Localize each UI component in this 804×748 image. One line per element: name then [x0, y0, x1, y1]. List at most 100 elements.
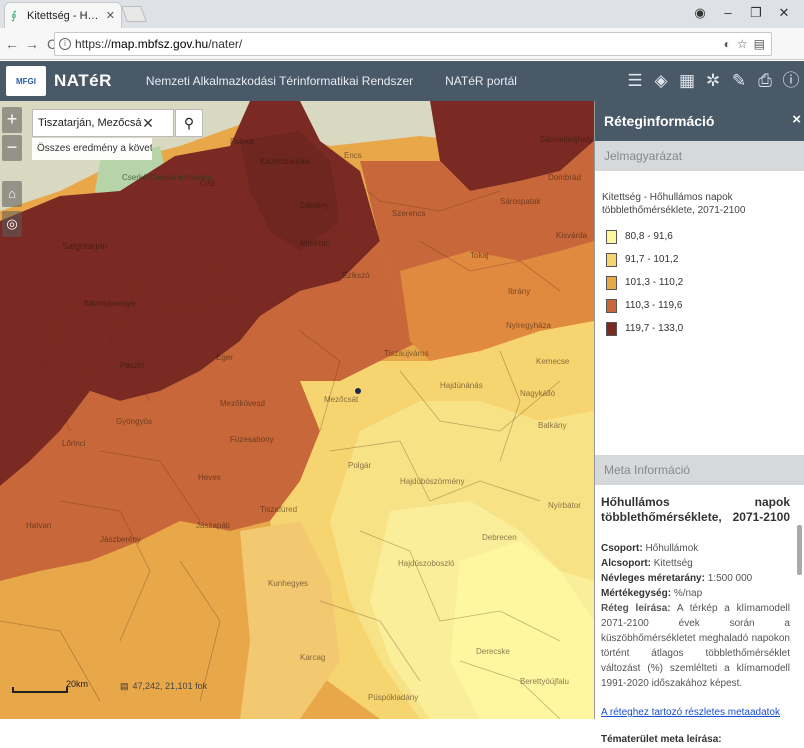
bookmark-star-icon[interactable]: ☆	[737, 37, 748, 51]
map-toolbar: ☰ ◈ ▦ ✲ ✎ ⎙ ⓘ	[624, 61, 802, 101]
scale-line	[12, 687, 68, 693]
tab-close-icon[interactable]: ✕	[106, 9, 115, 22]
browser-tab-strip: ∮ Kitettség - Hőhullámos n ✕ ◉ – ❐ ✕	[0, 0, 804, 28]
map-canvas[interactable]: Putnok Salgótarján Miskolc Ózd Szerencs …	[0, 101, 594, 719]
url-path: /nater/	[208, 37, 243, 51]
meta-info: Hőhullámos napok többlethőmérséklete, 20…	[595, 485, 804, 748]
forward-icon[interactable]: →	[24, 36, 40, 52]
address-bar-row: ← → C i https://map.mbfsz.gov.hu/nater/ …	[0, 28, 804, 78]
legend-swatch	[606, 275, 617, 290]
layer-info-panel: Réteginformáció × Jelmagyarázat Kitettsé…	[594, 101, 804, 745]
meta-description: Réteg leírása: A térkép a klímamodell 20…	[601, 601, 790, 691]
zoom-controls: + −	[2, 107, 24, 163]
choropleth-map	[0, 101, 594, 719]
tab-title: Kitettség - Hőhullámos n	[27, 9, 102, 22]
new-tab-button[interactable]	[121, 6, 147, 22]
site-info-icon[interactable]: i	[59, 38, 71, 50]
zoom-out-button[interactable]: −	[2, 135, 22, 161]
meta-unit: Mértékegység: %/nap	[601, 586, 790, 601]
clear-search-icon[interactable]: ✕	[142, 115, 154, 132]
topic-meta-heading: Tématerület meta leírása:	[601, 734, 722, 745]
panel-header: Réteginformáció ×	[595, 101, 804, 141]
back-icon[interactable]: ←	[4, 36, 20, 52]
meta-key: Alcsoport:	[601, 558, 651, 569]
legend-label: 80,8 - 91,6	[625, 231, 673, 242]
legend-label: 119,7 - 133,0	[625, 323, 684, 334]
account-icon[interactable]: ◉	[686, 2, 714, 24]
favicon-icon: ∮	[11, 9, 17, 22]
search-button[interactable]: ⚲	[175, 109, 203, 137]
detailed-metadata-link[interactable]: A réteghez tartozó részletes metaadatok	[601, 707, 790, 718]
layer-list-icon[interactable]: ☰	[624, 68, 646, 94]
legend-swatch	[606, 229, 617, 244]
meta-title: Hőhullámos napok többlethőmérséklete, 20…	[601, 495, 790, 524]
mfgi-logo: MFGI	[6, 66, 46, 96]
clipboard-icon[interactable]: ▤	[120, 681, 129, 691]
legend-item: 80,8 - 91,6	[602, 225, 796, 248]
legend-item: 101,3 - 110,2	[602, 271, 796, 294]
meta-value: 1:500 000	[707, 573, 753, 584]
legend-swatch	[606, 298, 617, 313]
meta-value: %/nap	[673, 588, 703, 599]
extension-icon[interactable]: ◐	[724, 37, 731, 51]
locate-icon[interactable]: ◎	[2, 211, 22, 237]
search-box: ✕ ⚲	[32, 109, 203, 137]
legend-item: 110,3 - 119,6	[602, 294, 796, 317]
legend: Kitettség - Hőhullámos napok többlethőmé…	[595, 171, 804, 455]
url-field[interactable]: i https://map.mbfsz.gov.hu/nater/ ◐ ☆ ▤	[54, 32, 772, 56]
all-results-link[interactable]: Összes eredmény a követke...	[32, 138, 152, 160]
settings-icon[interactable]: ✲	[702, 68, 724, 94]
panel-title: Réteginformáció	[604, 113, 715, 129]
meta-scale: Névleges méretarány: 1:500 000	[601, 571, 790, 586]
meta-subgroup: Alcsoport: Kitettség	[601, 556, 790, 571]
meta-key: Mértékegység:	[601, 588, 672, 599]
minimize-button[interactable]: –	[714, 2, 742, 24]
meta-section-header[interactable]: Meta Információ	[595, 455, 804, 485]
info-icon[interactable]: ⓘ	[780, 68, 802, 94]
meta-value: A térkép a klímamodell 2071-2100 évek so…	[601, 603, 790, 689]
url-scheme: https://	[75, 37, 112, 51]
legend-label: 91,7 - 101,2	[625, 254, 679, 265]
draw-tool-icon[interactable]: ✎	[728, 68, 750, 94]
meta-key: Névleges méretarány:	[601, 573, 705, 584]
legend-section-header[interactable]: Jelmagyarázat	[595, 141, 804, 171]
window-controls: ◉ – ❐ ✕	[686, 2, 798, 24]
search-icon: ⚲	[183, 115, 195, 131]
url-text: https://map.mbfsz.gov.hu/nater/	[75, 37, 724, 51]
meta-key: Csoport:	[601, 543, 643, 554]
meta-key: Réteg leírása:	[601, 603, 671, 614]
nav-link-nater-system[interactable]: Nemzeti Alkalmazkodási Térinformatikai R…	[146, 74, 413, 88]
meta-value: Hőhullámok	[645, 543, 699, 554]
zoom-in-button[interactable]: +	[2, 107, 22, 133]
home-icon[interactable]: ⌂	[2, 181, 22, 207]
legend-item: 91,7 - 101,2	[602, 248, 796, 271]
maximize-button[interactable]: ❐	[742, 2, 770, 24]
app-brand: NATéR	[54, 71, 112, 90]
print-icon[interactable]: ⎙	[754, 68, 776, 94]
legend-swatch	[606, 252, 617, 267]
app-header: MFGI NATéR Nemzeti Alkalmazkodási Térinf…	[0, 61, 804, 101]
location-marker[interactable]	[355, 388, 361, 394]
close-window-button[interactable]: ✕	[770, 2, 798, 24]
omnibox-actions: ◐ ☆ ▤	[724, 37, 765, 51]
legend-title: Kitettség - Hőhullámos napok többlethőmé…	[602, 192, 746, 216]
search-input[interactable]	[38, 117, 142, 129]
panel-close-icon[interactable]: ×	[792, 111, 801, 128]
scale-label: 20km	[66, 679, 89, 689]
scale-bar: 20km	[12, 675, 88, 697]
url-host: map.mbfsz.gov.hu	[111, 37, 209, 51]
coordinate-text: 47,242, 21,101 fok	[132, 681, 208, 691]
pdf-extension-icon[interactable]: ▤	[754, 37, 765, 51]
panel-scrollbar[interactable]	[797, 525, 802, 575]
meta-group: Csoport: Hőhullámok	[601, 541, 790, 556]
coordinate-readout: ▤ 47,242, 21,101 fok	[120, 681, 207, 692]
grid-view-icon[interactable]: ▦	[676, 68, 698, 94]
layers-icon[interactable]: ◈	[650, 68, 672, 94]
legend-item: 119,7 - 133,0	[602, 317, 796, 340]
meta-value: Kitettség	[653, 558, 693, 569]
browser-tab[interactable]: ∮ Kitettség - Hőhullámos n ✕	[4, 2, 122, 28]
nav-link-nater-portal[interactable]: NATéR portál	[445, 74, 517, 88]
legend-label: 101,3 - 110,2	[625, 277, 684, 288]
legend-swatch	[606, 321, 617, 336]
legend-label: 110,3 - 119,6	[625, 300, 683, 311]
